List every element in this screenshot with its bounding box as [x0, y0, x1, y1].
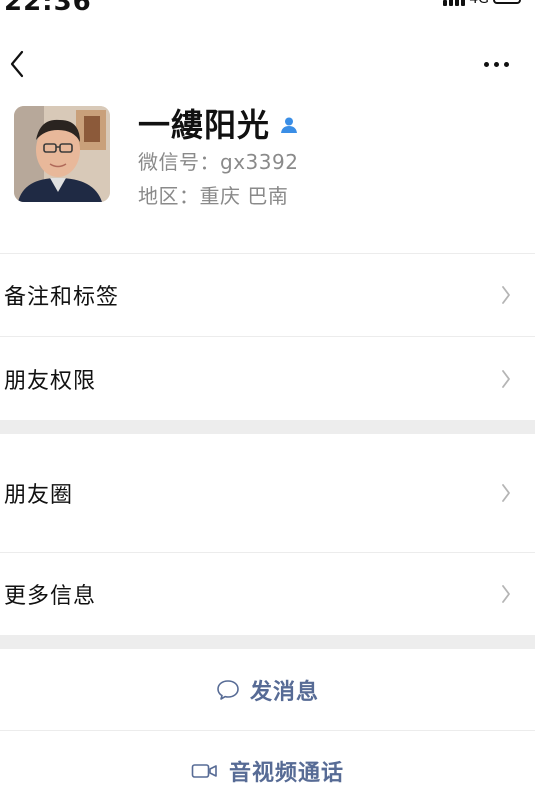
section-separator: [0, 635, 535, 649]
status-indicators: 4G: [443, 0, 521, 7]
avatar-image: [14, 106, 110, 202]
section-separator: [0, 420, 535, 434]
network-type: 4G: [469, 0, 489, 7]
chat-bubble-icon: [217, 680, 239, 700]
more-dot-icon: [483, 61, 489, 67]
menu-item-label: 朋友权限: [4, 368, 97, 394]
region: 地区：重庆 巴南: [138, 184, 289, 208]
video-call-button[interactable]: 音视频通话: [0, 731, 535, 790]
video-call-label: 音视频通话: [228, 761, 344, 786]
nav-bar: [0, 40, 535, 90]
menu-item-more-info[interactable]: 更多信息: [0, 553, 535, 635]
chevron-right-icon: [502, 484, 510, 502]
chevron-left-icon: [10, 50, 24, 78]
contact-person-icon: [281, 117, 298, 133]
battery-icon: [493, 0, 521, 4]
menu-item-label: 备注和标签: [4, 285, 120, 310]
more-dot-icon: [503, 61, 509, 67]
back-button[interactable]: [2, 44, 32, 84]
chevron-right-icon: [502, 286, 510, 304]
name-row: 一縷阳光: [138, 100, 298, 146]
status-time: 22:36: [4, 0, 92, 17]
status-bar: 22:36 4G: [0, 0, 535, 22]
chevron-right-icon: [502, 585, 510, 603]
profile-header: 一縷阳光 微信号：gx3392 地区：重庆 巴南: [0, 100, 535, 220]
menu-item-remarks-tags[interactable]: 备注和标签: [0, 254, 535, 336]
profile-name: 一縷阳光: [138, 106, 271, 144]
more-options-button[interactable]: [479, 52, 513, 76]
menu-item-label: 朋友圈: [4, 483, 74, 508]
send-message-button[interactable]: 发消息: [0, 650, 535, 730]
chevron-right-icon: [502, 369, 510, 388]
signal-icon: [443, 0, 466, 6]
menu-item-label: 更多信息: [4, 584, 97, 609]
more-dot-icon: [493, 61, 499, 67]
menu-item-moments[interactable]: 朋友圈: [0, 434, 535, 552]
wechat-id: 微信号：gx3392: [138, 150, 299, 174]
send-message-label: 发消息: [249, 680, 319, 705]
video-camera-icon: [191, 764, 217, 778]
avatar[interactable]: [14, 106, 110, 202]
menu-item-friend-permissions[interactable]: 朋友权限: [0, 337, 535, 420]
